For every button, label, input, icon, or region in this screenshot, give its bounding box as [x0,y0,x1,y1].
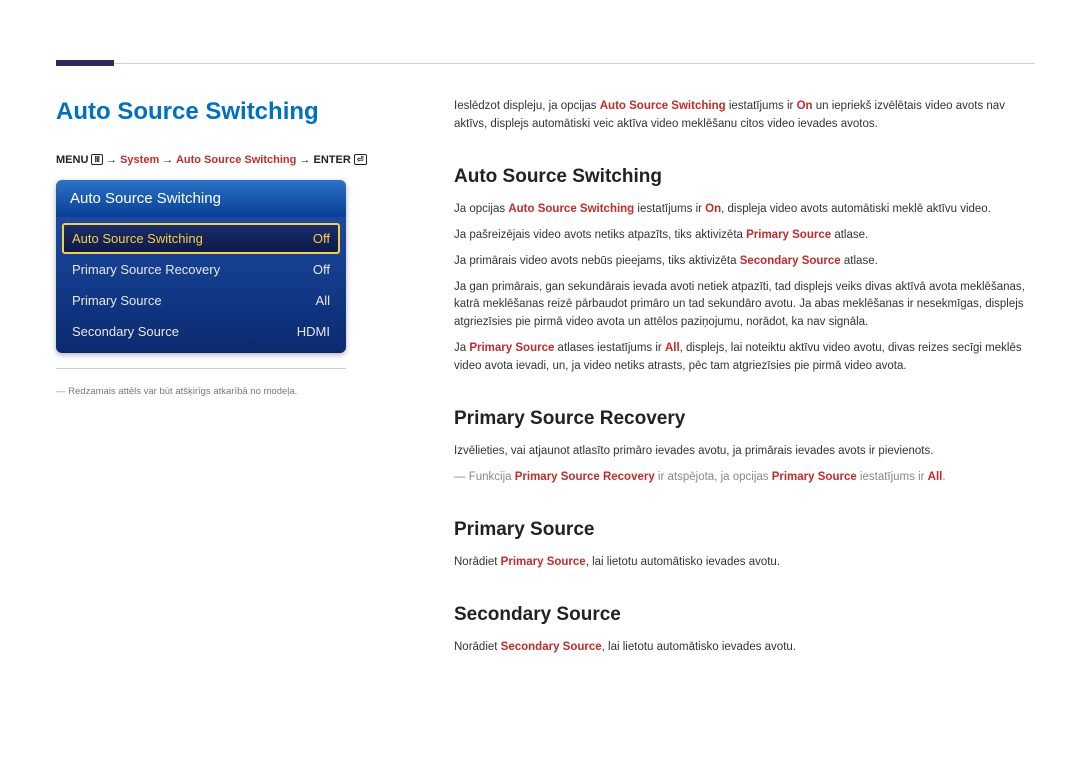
paragraph: Izvēlieties, vai atjaunot atlasīto primā… [454,443,1030,461]
text: atlase. [831,229,868,241]
heading-primary-source-recovery: Primary Source Recovery [454,404,1030,433]
text: Funkcija [469,471,515,483]
divider [56,368,346,369]
footnote: Funkcija Primary Source Recovery ir atsp… [454,469,1030,487]
text: Ja [454,342,469,354]
menu-panel: Auto Source Switching Auto Source Switch… [56,180,346,353]
heading-secondary-source: Secondary Source [454,600,1030,629]
content-column: Ieslēdzot displeju, ja opcijas Auto Sour… [454,98,1030,665]
menu-row-value: All [316,293,330,308]
breadcrumb-arrow: → [162,154,173,166]
breadcrumb-arrow: → [299,154,310,166]
text-highlight: All [928,471,943,483]
breadcrumb-enter: ENTER [313,154,350,166]
text-highlight: Primary Source Recovery [515,471,655,483]
menu-row-primary-source[interactable]: Primary Source All [62,285,340,316]
text-highlight: Primary Source [469,342,554,354]
page-title: Auto Source Switching [56,98,319,126]
heading-auto-source-switching: Auto Source Switching [454,162,1030,191]
text-highlight: On [705,203,721,215]
text-highlight: Primary Source [772,471,857,483]
text-highlight: Auto Source Switching [508,203,634,215]
text: iestatījums ir [726,100,797,112]
text: ir atspējota, ja opcijas [655,471,772,483]
text: . [942,471,945,483]
text: Ja primārais video avots nebūs pieejams,… [454,255,740,267]
text: iestatījums ir [634,203,705,215]
text-highlight: Secondary Source [740,255,841,267]
text: Ieslēdzot displeju, ja opcijas [454,100,600,112]
menu-panel-body: Auto Source Switching Off Primary Source… [56,217,346,353]
breadcrumb-arrow: → [106,154,117,166]
heading-primary-source: Primary Source [454,515,1030,544]
menu-row-primary-source-recovery[interactable]: Primary Source Recovery Off [62,254,340,285]
text-highlight: On [797,100,813,112]
header-rule [56,63,1035,64]
menu-panel-header: Auto Source Switching [56,180,346,217]
text: Ja pašreizējais video avots netiks atpaz… [454,229,746,241]
text-highlight: Primary Source [746,229,831,241]
text-highlight: All [665,342,680,354]
menu-icon: Ⅲ [91,154,103,165]
paragraph: Ja gan primārais, gan sekundārais ievada… [454,279,1030,332]
text: atlases iestatījums ir [554,342,665,354]
text-highlight: Primary Source [501,556,586,568]
menu-row-label: Secondary Source [72,324,179,339]
menu-row-secondary-source[interactable]: Secondary Source HDMI [62,316,340,347]
text-highlight: Secondary Source [501,641,602,653]
breadcrumb-section: Auto Source Switching [176,154,296,166]
paragraph: Ja Primary Source atlases iestatījums ir… [454,340,1030,376]
intro-paragraph: Ieslēdzot displeju, ja opcijas Auto Sour… [454,98,1030,134]
text: Ja opcijas [454,203,508,215]
text: iestatījums ir [857,471,928,483]
menu-row-auto-source-switching[interactable]: Auto Source Switching Off [62,223,340,254]
breadcrumb-menu: MENU [56,154,88,166]
menu-row-value: Off [313,262,330,277]
menu-row-label: Primary Source [72,293,162,308]
paragraph: Ja primārais video avots nebūs pieejams,… [454,253,1030,271]
paragraph: Norādiet Secondary Source, lai lietotu a… [454,639,1030,657]
text: atlase. [841,255,878,267]
paragraph: Ja opcijas Auto Source Switching iestatī… [454,201,1030,219]
paragraph: Ja pašreizējais video avots netiks atpaz… [454,227,1030,245]
menu-row-value: Off [313,231,330,246]
menu-row-value: HDMI [297,324,330,339]
menu-row-label: Primary Source Recovery [72,262,220,277]
model-note: Redzamais attēls var būt atšķirīgs atkar… [56,386,356,397]
text: , lai lietotu automātisko ievades avotu. [602,641,796,653]
enter-icon: ⏎ [354,154,367,165]
paragraph: Norādiet Primary Source, lai lietotu aut… [454,554,1030,572]
text: , displeja video avots automātiski meklē… [721,203,991,215]
breadcrumb: MENU Ⅲ → System → Auto Source Switching … [56,154,367,166]
text: Norādiet [454,641,501,653]
breadcrumb-system: System [120,154,159,166]
text-highlight: Auto Source Switching [600,100,726,112]
text: , lai lietotu automātisko ievades avotu. [586,556,780,568]
text: Norādiet [454,556,501,568]
menu-row-label: Auto Source Switching [72,231,203,246]
